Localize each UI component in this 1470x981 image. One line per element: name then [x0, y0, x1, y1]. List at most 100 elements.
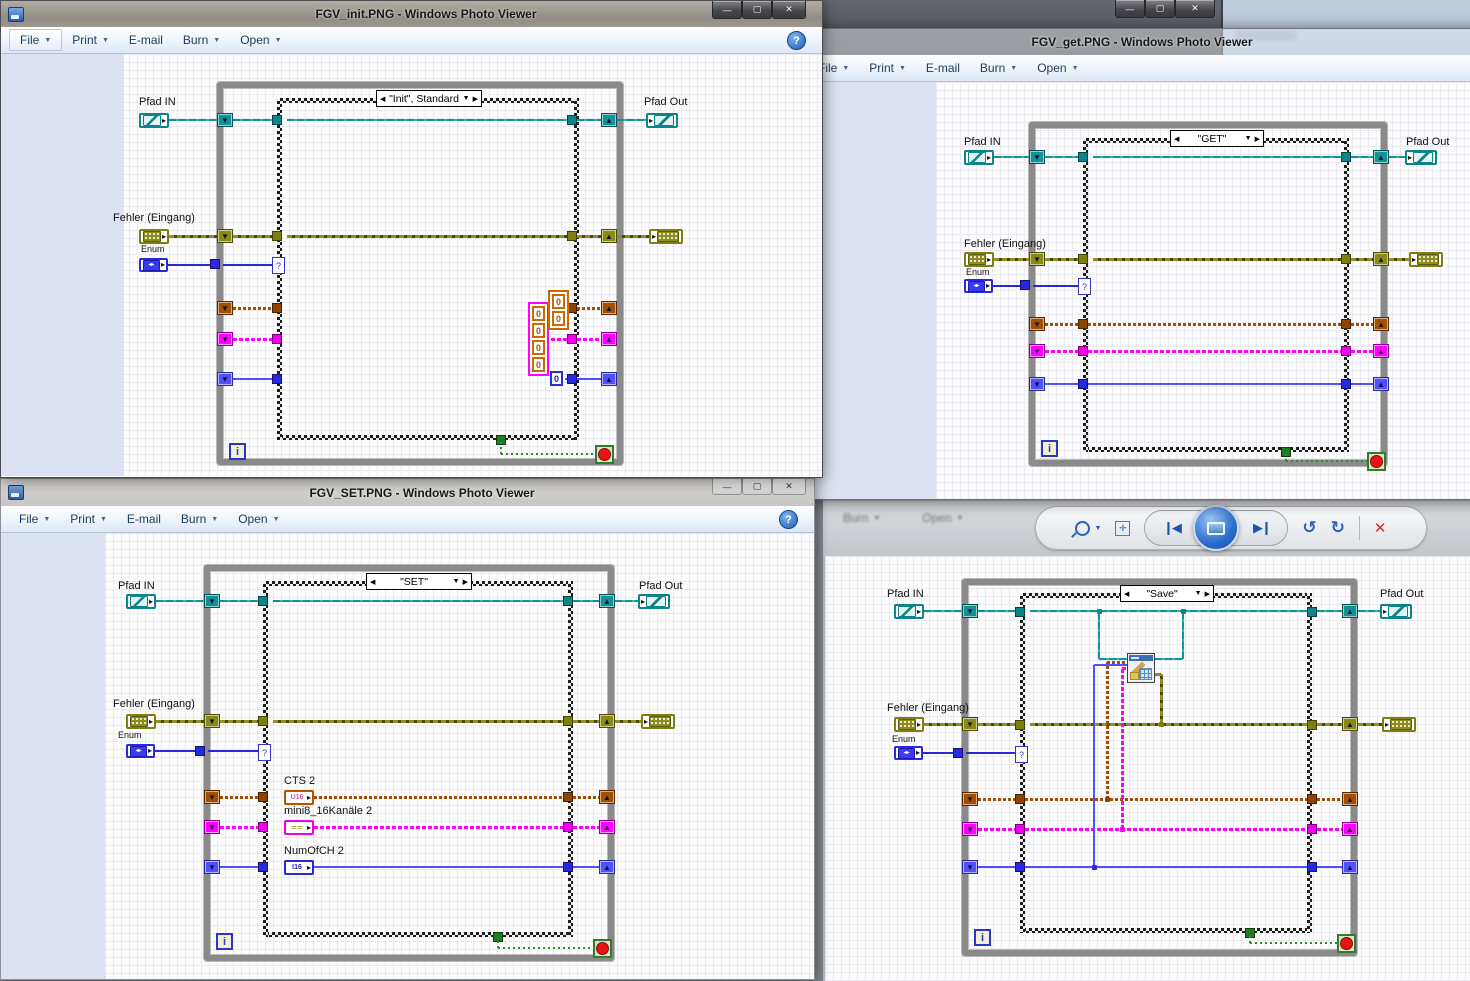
menu-item-open[interactable]: Open ▼	[228, 506, 289, 532]
tunnel-pink	[272, 334, 282, 344]
iteration-terminal: i	[1041, 440, 1058, 457]
lv-wire-teal	[924, 610, 962, 612]
maximize-icon[interactable]: ▢	[1145, 0, 1175, 18]
terminal-pathin: ▸	[894, 604, 924, 619]
menu-item-print[interactable]: Print ▼	[859, 55, 916, 81]
close-icon[interactable]: ✕	[1175, 0, 1215, 18]
lv-wire-enum	[208, 750, 258, 752]
menu-item-file[interactable]: File ▼	[9, 506, 60, 532]
minimize-icon[interactable]: —	[712, 479, 742, 495]
shift-register-right: ▲	[1373, 317, 1389, 331]
tunnel-pink	[563, 822, 573, 832]
lv-wire-orange	[233, 306, 272, 310]
case-dropdown-icon[interactable]: ▼	[460, 95, 473, 102]
shift-register-right: ▲	[1342, 792, 1358, 806]
tunnel-olive	[1307, 720, 1317, 730]
ghost-menu-open: Open ▼	[922, 511, 964, 525]
menu-item-email[interactable]: E-mail	[119, 27, 173, 53]
lv-wire-olive	[169, 234, 217, 238]
title-bar[interactable]: FGV_get.PNG - Windows Photo Viewer	[766, 29, 1470, 55]
case-prev-icon[interactable]: ◀	[1121, 590, 1132, 598]
menu-item-file[interactable]: File ▼	[9, 29, 63, 51]
window-title: FGV_init.PNG - Windows Photo Viewer	[315, 7, 537, 21]
minimize-icon[interactable]: —	[1115, 0, 1145, 18]
window-set-image-area: ◀ "SET" ▼ ▶ Pfad IN Fehler (Eingang) Enum Pfad …	[1, 533, 814, 979]
case-structure-border	[574, 98, 579, 440]
ghost-menu-burn: Burn ▼	[843, 511, 881, 525]
lv-wire-olive	[1358, 722, 1382, 726]
shift-register-left: ▼	[962, 717, 978, 731]
close-icon[interactable]: ✕	[772, 479, 806, 495]
chevron-down-icon: ▼	[898, 64, 906, 72]
lv-wire-blue	[1025, 866, 1307, 868]
rotate-ccw-button[interactable]: ↺	[1302, 518, 1316, 538]
case-dropdown-icon[interactable]: ▼	[450, 578, 463, 585]
photo-viewer-icon	[8, 6, 24, 22]
previous-button[interactable]: ❙◀	[1151, 520, 1191, 536]
menu-item-open[interactable]: Open ▼	[1027, 55, 1088, 81]
shift-register-right: ▲	[599, 594, 615, 608]
slideshow-button[interactable]	[1193, 505, 1240, 551]
window-fgv-set: FGV_SET.PNG - Windows Photo Viewer — ▢ ✕…	[0, 478, 815, 980]
wire-junction	[1097, 609, 1102, 614]
maximize-icon[interactable]: ▢	[742, 479, 772, 495]
case-name: "Init", Standard	[389, 92, 459, 105]
shift-register-left: ▼	[1029, 317, 1045, 331]
help-button[interactable]: ?	[787, 31, 806, 50]
case-selector-label[interactable]: ◀ "SET" ▼ ▶	[366, 573, 472, 590]
menu-item-print[interactable]: Print ▼	[62, 27, 119, 53]
close-icon[interactable]: ✕	[772, 1, 806, 19]
case-selector-label[interactable]: ◀ "Save" ▼ ▶	[1120, 585, 1214, 602]
case-next-icon[interactable]: ▶	[1205, 590, 1213, 598]
chevron-down-icon: ▼	[1010, 64, 1018, 72]
lv-wire-enum	[223, 264, 272, 266]
case-dropdown-icon[interactable]: ▼	[1192, 590, 1205, 597]
lv-wire-pink	[978, 827, 1015, 831]
maximize-icon[interactable]: ▢	[742, 1, 772, 19]
lv-wire-blue	[1317, 866, 1342, 868]
lv-wire-pink	[573, 825, 599, 829]
tunnel-teal	[567, 115, 577, 125]
menu-item-open[interactable]: Open ▼	[230, 27, 291, 53]
rotate-cw-button[interactable]: ↻	[1331, 518, 1345, 538]
lv-wire-teal	[1182, 611, 1184, 659]
lv-wire-olive	[1317, 722, 1342, 726]
photo-viewer-nav-strip: Burn ▼ Open ▼ ▼ ✛ ❙◀ ▶❙ ↺ ↻ ✕	[823, 500, 1470, 556]
case-next-icon[interactable]: ▶	[473, 95, 481, 103]
next-button[interactable]: ▶❙	[1241, 520, 1281, 536]
actual-size-button[interactable]: ✛	[1115, 520, 1131, 536]
lv-wire-orange	[1317, 797, 1342, 801]
title-bar[interactable]: FGV_SET.PNG - Windows Photo Viewer	[1, 479, 814, 506]
lv-wire-blue	[220, 866, 258, 868]
help-button[interactable]: ?	[779, 510, 798, 529]
case-next-icon[interactable]: ▶	[463, 578, 471, 586]
case-prev-icon[interactable]: ◀	[1171, 135, 1182, 143]
menu-item-burn[interactable]: Burn ▼	[173, 27, 230, 53]
lv-wire-teal	[169, 119, 217, 121]
nav-toolbar: ▼ ✛ ❙◀ ▶❙ ↺ ↻ ✕	[1035, 505, 1427, 551]
minimize-icon[interactable]: —	[712, 1, 742, 19]
terminal-pathin: ▸	[126, 594, 156, 609]
menu-item-email[interactable]: E-mail	[916, 55, 970, 81]
case-next-icon[interactable]: ▶	[1255, 135, 1263, 143]
case-prev-icon[interactable]: ◀	[377, 95, 388, 103]
menu-item-print[interactable]: Print ▼	[60, 506, 117, 532]
window-save-image-area: ◀ "Save" ▼ ▶ Pfad IN Fehler (Eingang) Enum Pfad…	[823, 555, 1470, 981]
case-dropdown-icon[interactable]: ▼	[1242, 135, 1255, 142]
diagram-label: Enum	[892, 734, 916, 744]
menu-item-email[interactable]: E-mail	[117, 506, 171, 532]
zoom-button[interactable]: ▼	[1075, 520, 1101, 536]
case-prev-icon[interactable]: ◀	[367, 578, 378, 586]
subvi-icon	[1127, 653, 1155, 683]
case-selector-label[interactable]: ◀ "Init", Standard ▼ ▶	[376, 90, 482, 107]
delete-button[interactable]: ✕	[1374, 519, 1387, 537]
menu-item-burn[interactable]: Burn ▼	[171, 506, 228, 532]
tunnel-teal	[1015, 607, 1025, 617]
lv-wire-enum	[167, 264, 212, 266]
wire-junction	[1092, 865, 1097, 870]
diagram-label: mini8_16Kanäle 2	[284, 805, 373, 817]
case-selector-label[interactable]: ◀ "GET" ▼ ▶	[1170, 130, 1264, 147]
lv-wire-teal	[1093, 156, 1341, 158]
menu-item-burn[interactable]: Burn ▼	[970, 55, 1027, 81]
title-bar[interactable]: FGV_init.PNG - Windows Photo Viewer	[1, 1, 822, 27]
